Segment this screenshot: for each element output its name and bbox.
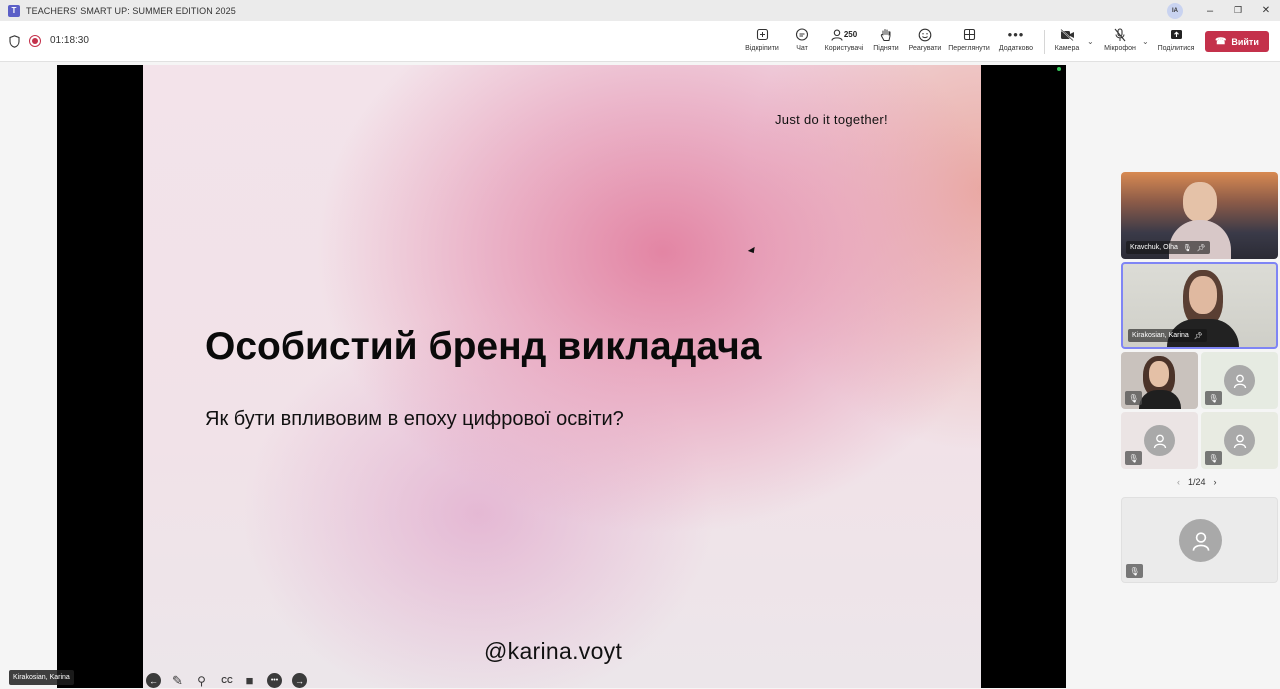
participant-face [1149,361,1169,387]
share-icon [1170,29,1182,39]
participant-tile-small[interactable]: 🎙︎ [1201,412,1278,469]
user-avatar[interactable]: IA [1167,3,1183,19]
participant-tile-active[interactable]: Kirakosian, Karina 📌︎ [1121,262,1278,349]
more-button[interactable]: ••• Додатково [997,26,1035,58]
next-slide-icon[interactable]: → [292,673,307,688]
video-icon[interactable]: ■ [242,673,257,688]
participant-tile[interactable]: Kravchuk, Olha 🎙︎ 📌︎ [1121,172,1278,259]
avatar-placeholder-icon [1224,425,1255,456]
more-options-icon[interactable]: ••• [267,673,282,688]
teams-app-icon: T [8,4,20,17]
participant-pager: ‹ 1/24 › [1177,477,1217,487]
pager-next-icon[interactable]: › [1214,477,1217,487]
meeting-toolbar: 01:18:30 Відкріпити Чат 250 Користувачі … [0,21,1280,62]
participant-name-tag: Kravchuk, Olha 🎙︎ 📌︎ [1126,241,1210,254]
microphone-button[interactable]: Мікрофон [1102,26,1138,58]
participant-face [1183,182,1217,222]
mic-off-icon: 🎙︎ [1126,564,1143,578]
people-label: Користувачі [824,45,864,52]
participant-tile-small[interactable]: 🎙︎ [1121,352,1198,409]
previous-slide-icon[interactable]: ← [146,673,161,688]
slide-subtitle: Як бути впливовим в епоху цифрової освіт… [205,408,624,430]
pager-previous-icon[interactable]: ‹ [1177,477,1180,487]
close-button[interactable]: ✕ [1256,2,1276,19]
react-icon [918,28,932,41]
share-label: Поділитися [1157,45,1195,52]
mic-off-icon: 🎙︎ [1182,244,1192,252]
unpin-label: Відкріпити [745,45,779,52]
zoom-icon[interactable]: ⚲ [194,673,209,688]
chat-label: Чат [796,45,808,52]
raise-hand-icon [880,28,891,41]
raise-hand-label: Підняти [873,45,899,52]
participant-body [1139,390,1181,409]
camera-label: Камера [1054,45,1080,52]
chat-icon [795,27,809,41]
participant-tile-small[interactable]: 🎙︎ [1121,412,1198,469]
hang-up-icon: ☎ [1215,36,1227,46]
leave-label: Вийти [1231,36,1259,47]
presentation-slide: Just do it together! Особистий бренд вик… [143,65,981,688]
meeting-timer: 01:18:30 [50,35,89,46]
people-button[interactable]: 250 Користувачі [823,26,865,58]
mic-off-icon: 🎙︎ [1205,451,1222,465]
react-label: Реагувати [908,45,942,52]
view-icon [963,28,975,41]
participant-name: Kirakosian, Karina [1132,332,1189,339]
leave-button[interactable]: ☎ Вийти [1205,31,1269,52]
pager-label: 1/24 [1188,477,1206,487]
presenter-name-tag: Kirakosian, Karina [9,670,74,685]
unpin-icon [756,28,768,41]
shield-icon [9,35,20,48]
mic-options-chevron-down-icon[interactable]: ⌄ [1142,37,1149,46]
window-title: TEACHERS' SMART UP: SUMMER EDITION 2025 [26,5,236,16]
chat-button[interactable]: Чат [792,26,812,58]
mic-off-icon: 🎙︎ [1125,391,1142,405]
slide-tagline: Just do it together! [775,112,888,127]
camera-button[interactable]: Камера [1053,26,1081,58]
participant-count: 250 [843,30,858,39]
more-label: Додатково [998,45,1034,52]
mic-off-icon: 🎙︎ [1205,391,1222,405]
camera-options-chevron-down-icon[interactable]: ⌄ [1087,37,1094,46]
slide-handle: @karina.voyt [484,638,623,664]
pen-icon[interactable]: ✎ [170,673,185,688]
share-button[interactable]: Поділитися [1156,26,1196,58]
more-icon: ••• [1007,27,1025,42]
avatar-placeholder-icon [1144,425,1175,456]
presenting-indicator-icon [1057,67,1061,71]
participant-name-tag: Kirakosian, Karina 📌︎ [1128,329,1207,342]
view-label: Переглянути [948,45,990,52]
mic-off-icon [1114,27,1126,41]
avatar-placeholder-icon [1224,365,1255,396]
participant-face [1189,276,1217,314]
pin-icon: 📌︎ [1193,332,1203,340]
recording-icon [29,35,41,47]
toolbar-divider [1044,30,1045,54]
captions-icon[interactable]: CC [218,673,236,688]
participant-name: Kravchuk, Olha [1130,244,1178,251]
self-view-tile[interactable]: 🎙︎ [1121,497,1278,583]
view-button[interactable]: Переглянути [948,26,990,58]
unpin-button[interactable]: Відкріпити [744,26,780,58]
microphone-label: Мікрофон [1104,45,1136,52]
react-button[interactable]: Реагувати [908,26,942,58]
avatar-placeholder-icon [1179,519,1222,562]
participant-tile-small[interactable]: 🎙︎ [1201,352,1278,409]
title-bar: T TEACHERS' SMART UP: SUMMER EDITION 202… [0,0,1280,21]
slide-heading: Особистий бренд викладача [205,325,762,368]
raise-hand-button[interactable]: Підняти [872,26,900,58]
minimize-button[interactable]: – [1200,2,1220,19]
mic-off-icon: 🎙︎ [1125,451,1142,465]
people-icon [831,29,843,41]
restore-button[interactable]: ❐ [1228,2,1248,19]
camera-off-icon [1059,28,1074,41]
pin-icon: 📌︎ [1196,244,1206,252]
